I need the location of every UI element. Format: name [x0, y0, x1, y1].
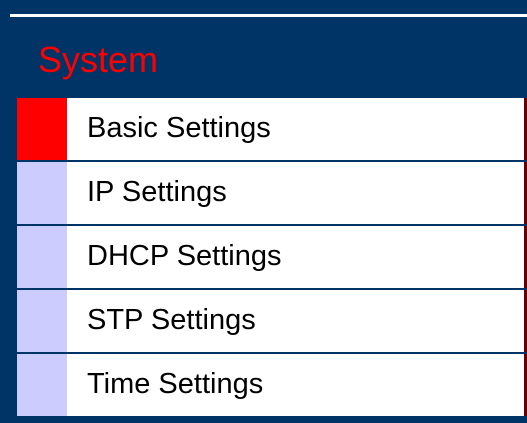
item-indicator [17, 290, 67, 352]
active-indicator [17, 98, 67, 160]
menu-item-label: IP Settings [87, 176, 227, 208]
section-title: System [38, 39, 159, 80]
section-header: System [10, 17, 527, 98]
menu-item-ip-settings[interactable]: IP Settings [17, 162, 527, 224]
menu-item-dhcp-settings[interactable]: DHCP Settings [17, 226, 527, 288]
item-indicator [17, 354, 67, 416]
menu-item-label: Basic Settings [87, 112, 271, 144]
system-menu-panel: System Basic Settings IP Settings DHCP S… [0, 0, 527, 423]
menu-item-basic-settings[interactable]: Basic Settings [17, 98, 527, 160]
menu-item-time-settings[interactable]: Time Settings [17, 354, 527, 416]
settings-menu: Basic Settings IP Settings DHCP Settings… [17, 98, 527, 417]
menu-item-label: STP Settings [87, 304, 256, 336]
item-indicator [17, 162, 67, 224]
menu-item-stp-settings[interactable]: STP Settings [17, 290, 527, 352]
bottom-divider [10, 417, 527, 423]
menu-item-label: Time Settings [87, 368, 264, 400]
menu-item-label: DHCP Settings [87, 240, 282, 272]
item-indicator [17, 226, 67, 288]
